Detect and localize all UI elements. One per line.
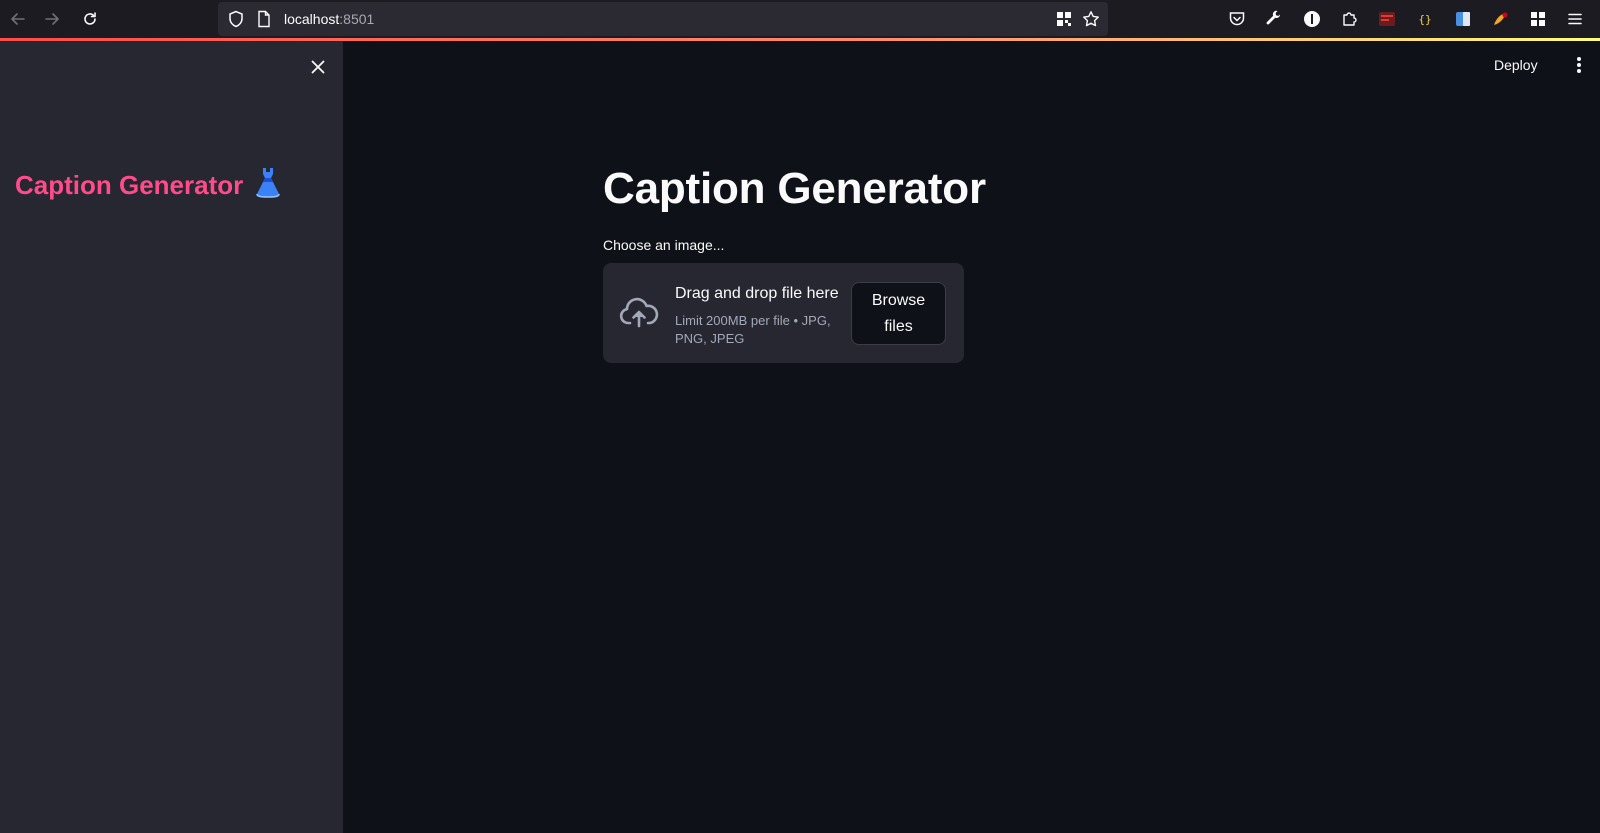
sidebar-title: Caption Generator [15,166,283,205]
page-icon [256,10,272,33]
reload-icon[interactable] [72,1,108,37]
info-icon[interactable] [1301,8,1323,30]
blue-extension-icon[interactable] [1452,8,1474,30]
url-bar[interactable]: localhost:8501 [218,2,1108,36]
browser-toolbar: localhost:8501 {} [0,0,1600,38]
json-extension-icon[interactable]: {} [1414,8,1436,30]
red-extension-icon[interactable] [1376,8,1398,30]
pocket-icon[interactable] [1226,8,1248,30]
deploy-button[interactable]: Deploy [1494,54,1538,76]
file-uploader-label: Choose an image... [603,237,725,253]
back-arrow-icon[interactable] [0,1,36,37]
page-title: Caption Generator [603,164,986,213]
url-text[interactable]: localhost:8501 [284,11,374,27]
dropzone-title: Drag and drop file here [675,285,839,302]
cloud-upload-icon [619,295,659,331]
colorful-extension-icon[interactable] [1490,8,1512,30]
dress-emoji-icon [253,166,283,205]
url-port: :8501 [339,11,375,27]
sidebar: Caption Generator [0,41,343,833]
bookmark-star-icon[interactable] [1082,10,1100,33]
grid-extension-icon[interactable] [1527,8,1549,30]
sidebar-title-text: Caption Generator [15,170,244,200]
hamburger-menu-icon[interactable] [1564,8,1586,30]
wrench-icon[interactable] [1263,8,1285,30]
extensions-puzzle-icon[interactable] [1339,8,1361,30]
browse-files-button[interactable]: Browse files [851,282,946,345]
shield-icon[interactable] [227,10,245,33]
forward-arrow-icon[interactable] [34,1,70,37]
url-host: localhost [284,11,340,27]
dropzone-limit-text: Limit 200MB per file • JPG, PNG, JPEG [675,313,831,346]
qr-code-icon[interactable] [1056,11,1072,32]
file-dropzone[interactable]: Drag and drop file here Limit 200MB per … [603,263,964,363]
close-icon[interactable] [306,55,330,79]
main-menu-icon[interactable] [1569,55,1589,75]
